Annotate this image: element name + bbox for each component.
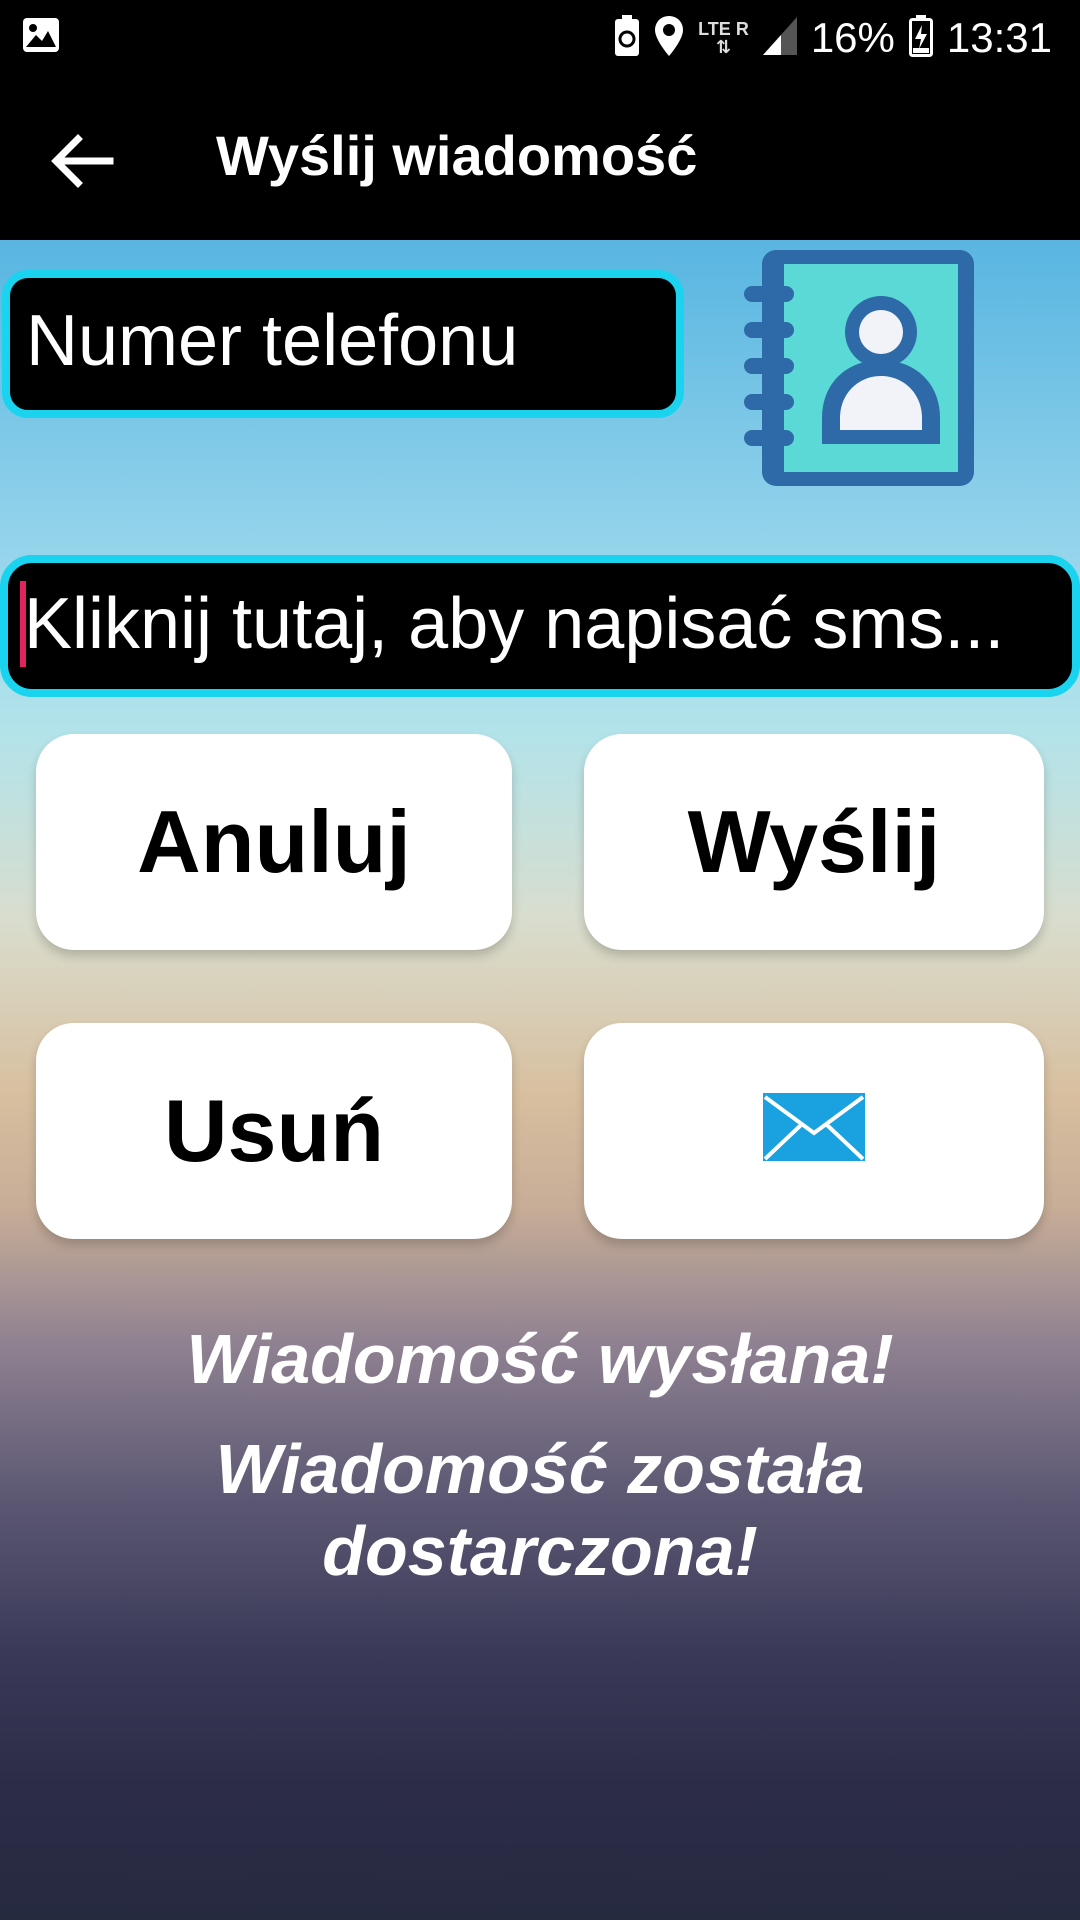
battery-icon bbox=[908, 14, 933, 62]
page-title: Wyślij wiadomość bbox=[216, 124, 698, 187]
text-caret bbox=[20, 581, 26, 667]
sms-text-input[interactable]: Kliknij tutaj, aby napisać sms... bbox=[0, 555, 1080, 697]
send-button[interactable]: Wyślij bbox=[584, 734, 1044, 950]
phone-number-input[interactable]: Numer telefonu bbox=[2, 270, 684, 418]
phone-number-placeholder: Numer telefonu bbox=[26, 301, 519, 381]
mail-button[interactable] bbox=[584, 1023, 1044, 1239]
delete-button[interactable]: Usuń bbox=[36, 1023, 512, 1239]
image-icon bbox=[22, 17, 60, 53]
signal-icon bbox=[762, 16, 797, 60]
arrow-back-icon[interactable] bbox=[42, 121, 122, 201]
lte-icon: LTE R ⇅ bbox=[698, 19, 749, 57]
status-bar: LTE R ⇅ 16% 13:31 bbox=[0, 0, 1080, 75]
cancel-button[interactable]: Anuluj bbox=[36, 734, 512, 950]
message-delivered-text: Wiadomość została dostarczona! bbox=[215, 1430, 865, 1590]
battery-percent: 16% bbox=[810, 14, 895, 61]
location-icon bbox=[654, 15, 684, 62]
app-bar: Wyślij wiadomość bbox=[0, 75, 1080, 240]
message-delivered-status: Wiadomość została dostarczona! bbox=[0, 1428, 1080, 1592]
clock: 13:31 bbox=[946, 14, 1052, 61]
contact-book-icon[interactable] bbox=[740, 242, 980, 492]
message-sent-status: Wiadomość wysłana! bbox=[186, 1320, 894, 1398]
battery-saver-icon bbox=[614, 14, 640, 62]
sms-placeholder: Kliknij tutaj, aby napisać sms... bbox=[24, 584, 1005, 664]
envelope-icon bbox=[763, 1080, 865, 1182]
